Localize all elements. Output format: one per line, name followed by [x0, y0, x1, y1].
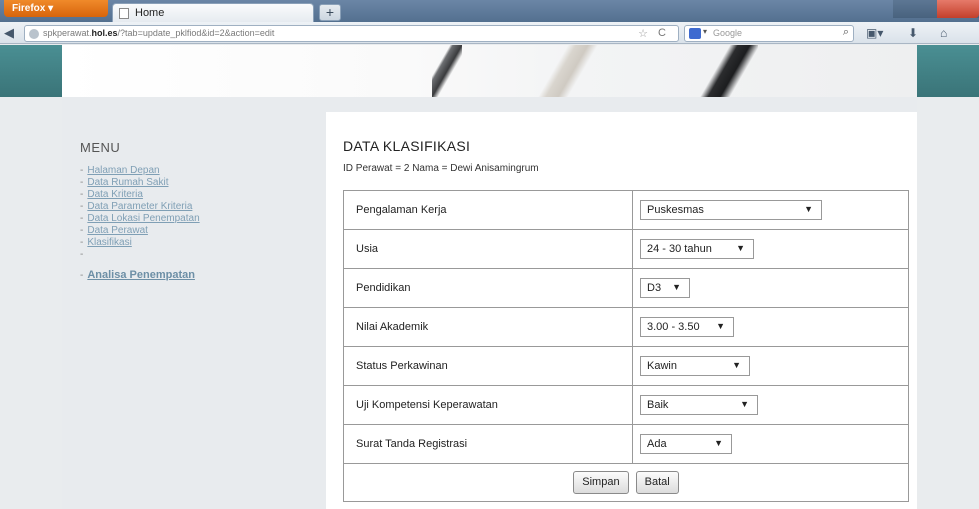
select-value: Baik [647, 399, 669, 411]
menu-item-klasifikasi[interactable]: - Klasifikasi [80, 237, 310, 249]
firefox-menu-label: Firefox [12, 3, 46, 14]
uji-kompetensi-select[interactable]: Baik ▼ [640, 395, 758, 415]
site-identity-icon[interactable] [29, 29, 39, 39]
bookmarks-icon[interactable]: ▣▾ [866, 26, 883, 40]
status-perkawinan-select[interactable]: Kawin ▼ [640, 356, 750, 376]
page-icon [119, 8, 129, 19]
chevron-down-icon: ▼ [716, 321, 725, 331]
back-arrow-icon[interactable]: ◀ [4, 26, 18, 40]
menu-link[interactable]: Data Lokasi Penempatan [87, 213, 199, 224]
classification-form: Pengalaman Kerja Puskesmas ▼ Usia 24 - 3… [343, 190, 909, 502]
close-window-button[interactable] [937, 0, 979, 18]
home-icon[interactable]: ⌂ [940, 26, 947, 40]
banner-graphic-coat [688, 45, 758, 97]
banner-right-accent [917, 45, 979, 97]
header-banner [0, 45, 979, 97]
pendidikan-select[interactable]: D3 ▼ [640, 278, 690, 298]
field-label: Nilai Akademik [343, 307, 633, 347]
usia-select[interactable]: 24 - 30 tahun ▼ [640, 239, 754, 259]
tab-title: Home [135, 7, 165, 19]
new-tab-button[interactable]: + [319, 4, 341, 21]
form-row: Nilai Akademik 3.00 - 3.50 ▼ [343, 307, 909, 347]
page-title: DATA KLASIFIKASI [343, 138, 471, 154]
chevron-down-icon: ▼ [672, 282, 681, 292]
select-value: D3 [647, 282, 662, 294]
nilai-akademik-select[interactable]: 3.00 - 3.50 ▼ [640, 317, 734, 337]
chevron-down-icon: ▼ [732, 360, 741, 370]
nurse-info: ID Perawat = 2 Nama = Dewi Anisamingrum [343, 163, 539, 174]
surat-tanda-registrasi-select[interactable]: Ada ▼ [640, 434, 732, 454]
menu-item-data-lokasi-penempatan[interactable]: - Data Lokasi Penempatan [80, 213, 310, 225]
reload-icon[interactable]: C [658, 27, 666, 39]
address-bar[interactable]: spkperawat.hol.es/?tab=update_pklfiod&id… [24, 25, 679, 42]
menu-item-data-parameter-kriteria[interactable]: - Data Parameter Kriteria [80, 201, 310, 213]
chevron-down-icon: ▼ [804, 204, 813, 214]
field-label: Pengalaman Kerja [343, 190, 633, 230]
firefox-menu-button[interactable]: Firefox ▾ [4, 0, 108, 17]
select-value: Puskesmas [647, 204, 704, 216]
menu-link[interactable]: Data Rumah Sakit [87, 177, 168, 188]
save-button[interactable]: Simpan [573, 471, 629, 494]
menu-link[interactable]: Data Kriteria [87, 189, 143, 200]
search-engine-icon[interactable] [689, 28, 701, 39]
banner-graphic-stethoscope [432, 45, 462, 97]
pengalaman-kerja-select[interactable]: Puskesmas ▼ [640, 200, 822, 220]
url-path: /?tab=update_pklfiod&id=2&action=edit [117, 28, 275, 38]
form-row: Usia 24 - 30 tahun ▼ [343, 229, 909, 269]
search-engine-dropdown-icon[interactable]: ▾ [703, 27, 707, 36]
form-row: Pengalaman Kerja Puskesmas ▼ [343, 190, 909, 230]
menu-item-empty: - [80, 249, 84, 260]
form-row: Pendidikan D3 ▼ [343, 268, 909, 308]
search-icon[interactable]: ⌕ [843, 26, 849, 39]
field-label: Uji Kompetensi Keperawatan [343, 385, 633, 425]
chevron-down-icon: ▼ [736, 243, 745, 253]
url-domain: hol.es [91, 28, 118, 38]
form-row: Surat Tanda Registrasi Ada ▼ [343, 424, 909, 464]
form-row: Status Perkawinan Kawin ▼ [343, 346, 909, 386]
chevron-down-icon: ▼ [740, 399, 749, 409]
browser-navbar: ◀ spkperawat.hol.es/?tab=update_pklfiod&… [0, 22, 979, 44]
banner-graphic-arm [528, 45, 598, 97]
menu-link[interactable]: Data Perawat [87, 225, 148, 236]
chevron-down-icon: ▼ [714, 438, 723, 448]
banner-left-accent [0, 45, 62, 97]
bookmark-star-icon[interactable]: ☆ [638, 27, 648, 40]
form-row: Uji Kompetensi Keperawatan Baik ▼ [343, 385, 909, 425]
menu-link[interactable]: Data Parameter Kriteria [87, 201, 192, 212]
menu-item-data-perawat[interactable]: - Data Perawat [80, 225, 310, 237]
select-value: Ada [647, 438, 667, 450]
field-label: Status Perkawinan [343, 346, 633, 386]
main-panel: DATA KLASIFIKASI ID Perawat = 2 Nama = D… [326, 112, 917, 509]
menu-link[interactable]: Halaman Depan [87, 165, 159, 176]
browser-tab-home[interactable]: Home [112, 3, 314, 22]
search-bar[interactable]: ▾ Google ⌕ [684, 25, 854, 42]
url-prefix: spkperawat. [43, 28, 92, 38]
menu-item-data-rumah-sakit[interactable]: - Data Rumah Sakit [80, 177, 310, 189]
search-placeholder: Google [713, 28, 743, 38]
select-value: 24 - 30 tahun [647, 243, 712, 255]
menu-link[interactable]: Analisa Penempatan [87, 269, 195, 281]
menu-item-data-kriteria[interactable]: - Data Kriteria [80, 189, 310, 201]
field-label: Pendidikan [343, 268, 633, 308]
menu-list: - Halaman Depan - Data Rumah Sakit - Data K… [80, 165, 310, 281]
menu-title: MENU [80, 140, 121, 155]
menu-item-analisa-penempatan[interactable]: - Analisa Penempatan [80, 269, 310, 281]
menu-link[interactable]: Klasifikasi [87, 237, 131, 248]
form-actions-row: Simpan Batal [343, 463, 909, 502]
field-label: Surat Tanda Registrasi [343, 424, 633, 464]
download-icon[interactable]: ⬇ [908, 26, 918, 40]
menu-item-halaman-depan[interactable]: - Halaman Depan [80, 165, 310, 177]
sidebar-menu: MENU - Halaman Depan - Data Rumah Sakit -D… [80, 140, 310, 281]
select-value: Kawin [647, 360, 677, 372]
banner-image [62, 45, 917, 97]
field-label: Usia [343, 229, 633, 269]
window-controls [893, 0, 979, 18]
select-value: 3.00 - 3.50 [647, 321, 700, 333]
browser-titlebar: Firefox ▾ Home + [0, 0, 979, 22]
cancel-button[interactable]: Batal [635, 471, 679, 494]
